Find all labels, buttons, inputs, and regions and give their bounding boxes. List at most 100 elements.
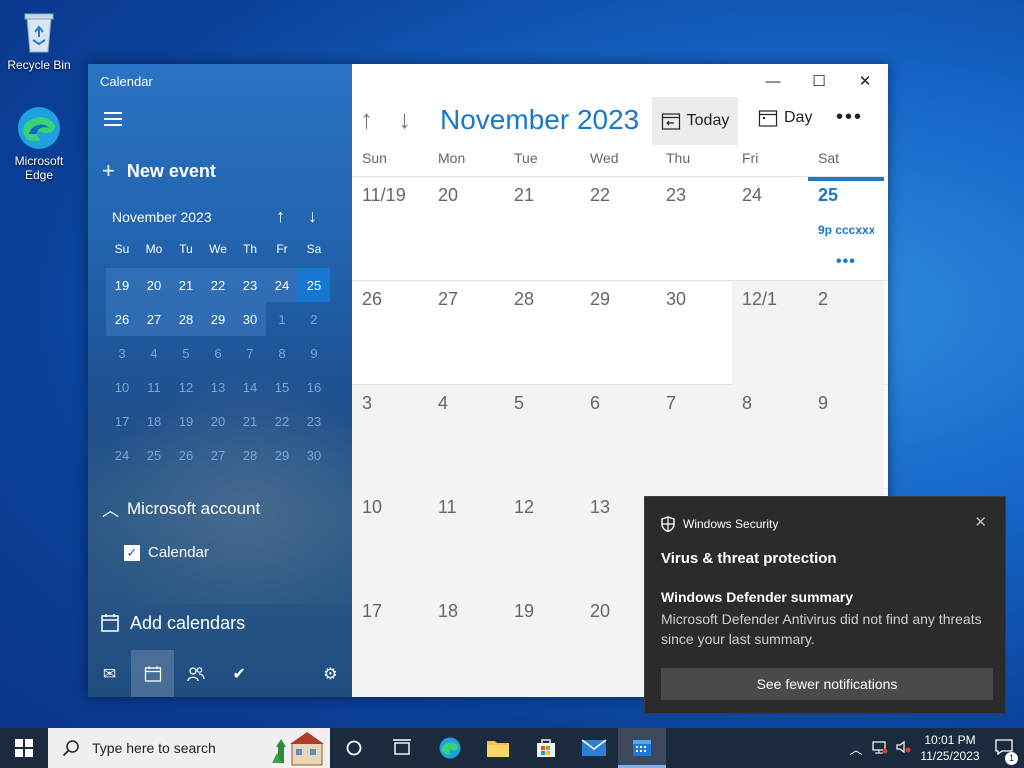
mini-day[interactable]: 16 — [298, 370, 330, 404]
mini-day[interactable]: 24 — [266, 268, 298, 302]
day-cell[interactable]: 12 — [504, 489, 580, 593]
taskbar-search-box[interactable]: Type here to search — [48, 728, 330, 768]
close-icon[interactable]: ✕ — [974, 513, 987, 531]
day-cell[interactable]: 2 — [808, 281, 884, 385]
file-explorer-icon[interactable] — [474, 728, 522, 768]
hamburger-menu-icon[interactable] — [104, 112, 122, 126]
day-cell[interactable]: 8 — [732, 385, 808, 489]
next-month-arrow-icon[interactable]: ↓ — [398, 104, 411, 135]
day-cell[interactable]: 12/1 — [732, 281, 808, 385]
mini-day[interactable]: 27 — [202, 438, 234, 472]
mini-day[interactable]: 14 — [234, 370, 266, 404]
mini-day[interactable]: 19 — [170, 404, 202, 438]
day-cell[interactable]: 5 — [504, 385, 580, 489]
security-notification-toast[interactable]: Windows Security ✕ Virus & threat protec… — [644, 496, 1006, 714]
mini-day[interactable]: 12 — [170, 370, 202, 404]
mini-day[interactable]: 27 — [138, 302, 170, 336]
mini-day[interactable]: 3 — [106, 336, 138, 370]
close-icon[interactable]: ✕ — [842, 70, 888, 92]
network-icon[interactable] — [868, 740, 892, 757]
mini-day[interactable]: 5 — [170, 336, 202, 370]
day-cell[interactable]: 4 — [428, 385, 504, 489]
mini-day[interactable]: 10 — [106, 370, 138, 404]
edge-taskbar-icon[interactable] — [426, 728, 474, 768]
mini-day[interactable]: 18 — [138, 404, 170, 438]
mini-day[interactable]: 11 — [138, 370, 170, 404]
cortana-icon[interactable] — [330, 728, 378, 768]
mini-day[interactable]: 22 — [202, 268, 234, 302]
mini-day[interactable]: 26 — [106, 302, 138, 336]
more-options-button[interactable]: ••• — [836, 106, 863, 129]
new-event-button[interactable]: + New event — [102, 158, 216, 184]
day-cell[interactable]: 23 — [656, 177, 732, 281]
mini-day[interactable]: 20 — [138, 268, 170, 302]
mini-day[interactable]: 9 — [298, 336, 330, 370]
mini-day[interactable]: 24 — [106, 438, 138, 472]
microsoft-store-icon[interactable] — [522, 728, 570, 768]
mini-day[interactable]: 2 — [298, 302, 330, 336]
mini-day[interactable]: 21 — [170, 268, 202, 302]
more-events-button[interactable]: ••• — [836, 253, 856, 271]
todo-icon[interactable]: ✔ — [218, 650, 261, 697]
day-cell[interactable]: 6 — [580, 385, 656, 489]
start-button[interactable] — [0, 728, 48, 768]
mini-day[interactable]: 28 — [234, 438, 266, 472]
mini-day-today[interactable]: 25 — [298, 268, 330, 302]
mini-day[interactable]: 8 — [266, 336, 298, 370]
mail-icon[interactable]: ✉ — [88, 650, 131, 697]
add-calendars-button[interactable]: Add calendars — [100, 612, 245, 634]
mini-prev-arrow-icon[interactable]: ↑ — [276, 206, 285, 227]
settings-gear-icon[interactable]: ⚙ — [309, 650, 352, 697]
mini-day[interactable]: 30 — [234, 302, 266, 336]
desktop-icon-recycle-bin[interactable]: Recycle Bin — [1, 8, 77, 72]
calendar-taskbar-icon[interactable] — [618, 728, 666, 768]
calendar-nav-icon[interactable] — [131, 650, 175, 697]
day-cell[interactable]: 18 — [428, 593, 504, 697]
calendar-checkbox-item[interactable]: ✓ Calendar — [124, 544, 209, 561]
day-cell[interactable]: 20 — [428, 177, 504, 281]
day-cell[interactable]: 9 — [808, 385, 884, 489]
desktop-icon-edge[interactable]: Microsoft Edge — [1, 104, 77, 182]
mini-day[interactable]: 1 — [266, 302, 298, 336]
volume-muted-icon[interactable] — [892, 740, 916, 757]
mini-day[interactable]: 6 — [202, 336, 234, 370]
day-cell[interactable]: 30 — [656, 281, 732, 385]
month-title[interactable]: November 2023 — [440, 104, 639, 136]
mini-day[interactable]: 26 — [170, 438, 202, 472]
mini-day[interactable]: 13 — [202, 370, 234, 404]
mini-day[interactable]: 22 — [266, 404, 298, 438]
see-fewer-notifications-button[interactable]: See fewer notifications — [661, 668, 993, 700]
mini-day[interactable]: 25 — [138, 438, 170, 472]
mini-next-arrow-icon[interactable]: ↓ — [308, 206, 317, 227]
day-cell[interactable]: 17 — [352, 593, 428, 697]
task-view-icon[interactable] — [378, 728, 426, 768]
mini-day[interactable]: 29 — [202, 302, 234, 336]
mini-day[interactable]: 23 — [234, 268, 266, 302]
checkbox-checked-icon[interactable]: ✓ — [124, 544, 140, 561]
mini-day[interactable]: 19 — [106, 268, 138, 302]
day-cell[interactable]: 29 — [580, 281, 656, 385]
mini-day[interactable]: 20 — [202, 404, 234, 438]
mini-day[interactable]: 17 — [106, 404, 138, 438]
minimize-icon[interactable]: — — [750, 70, 796, 92]
mini-day[interactable]: 23 — [298, 404, 330, 438]
mini-day[interactable]: 29 — [266, 438, 298, 472]
day-cell[interactable]: 10 — [352, 489, 428, 593]
taskbar-clock[interactable]: 10:01 PM 11/25/2023 — [916, 732, 984, 764]
mini-calendar-month[interactable]: November 2023 — [112, 209, 212, 225]
mail-taskbar-icon[interactable] — [570, 728, 618, 768]
day-cell[interactable]: 24 — [732, 177, 808, 281]
maximize-icon[interactable]: ☐ — [796, 70, 842, 92]
day-cell-today[interactable]: 25 9p cccxxx ••• — [808, 177, 884, 281]
people-icon[interactable] — [174, 650, 217, 697]
day-cell[interactable]: 22 — [580, 177, 656, 281]
day-cell[interactable]: 11 — [428, 489, 504, 593]
day-cell[interactable]: 26 — [352, 281, 428, 385]
mini-day[interactable]: 7 — [234, 336, 266, 370]
day-cell[interactable]: 11/19 — [352, 177, 428, 281]
day-cell[interactable]: 19 — [504, 593, 580, 697]
mini-day[interactable]: 4 — [138, 336, 170, 370]
today-button[interactable]: Today — [652, 97, 738, 145]
event-item[interactable]: 9p cccxxx — [818, 223, 874, 237]
mini-day[interactable]: 15 — [266, 370, 298, 404]
